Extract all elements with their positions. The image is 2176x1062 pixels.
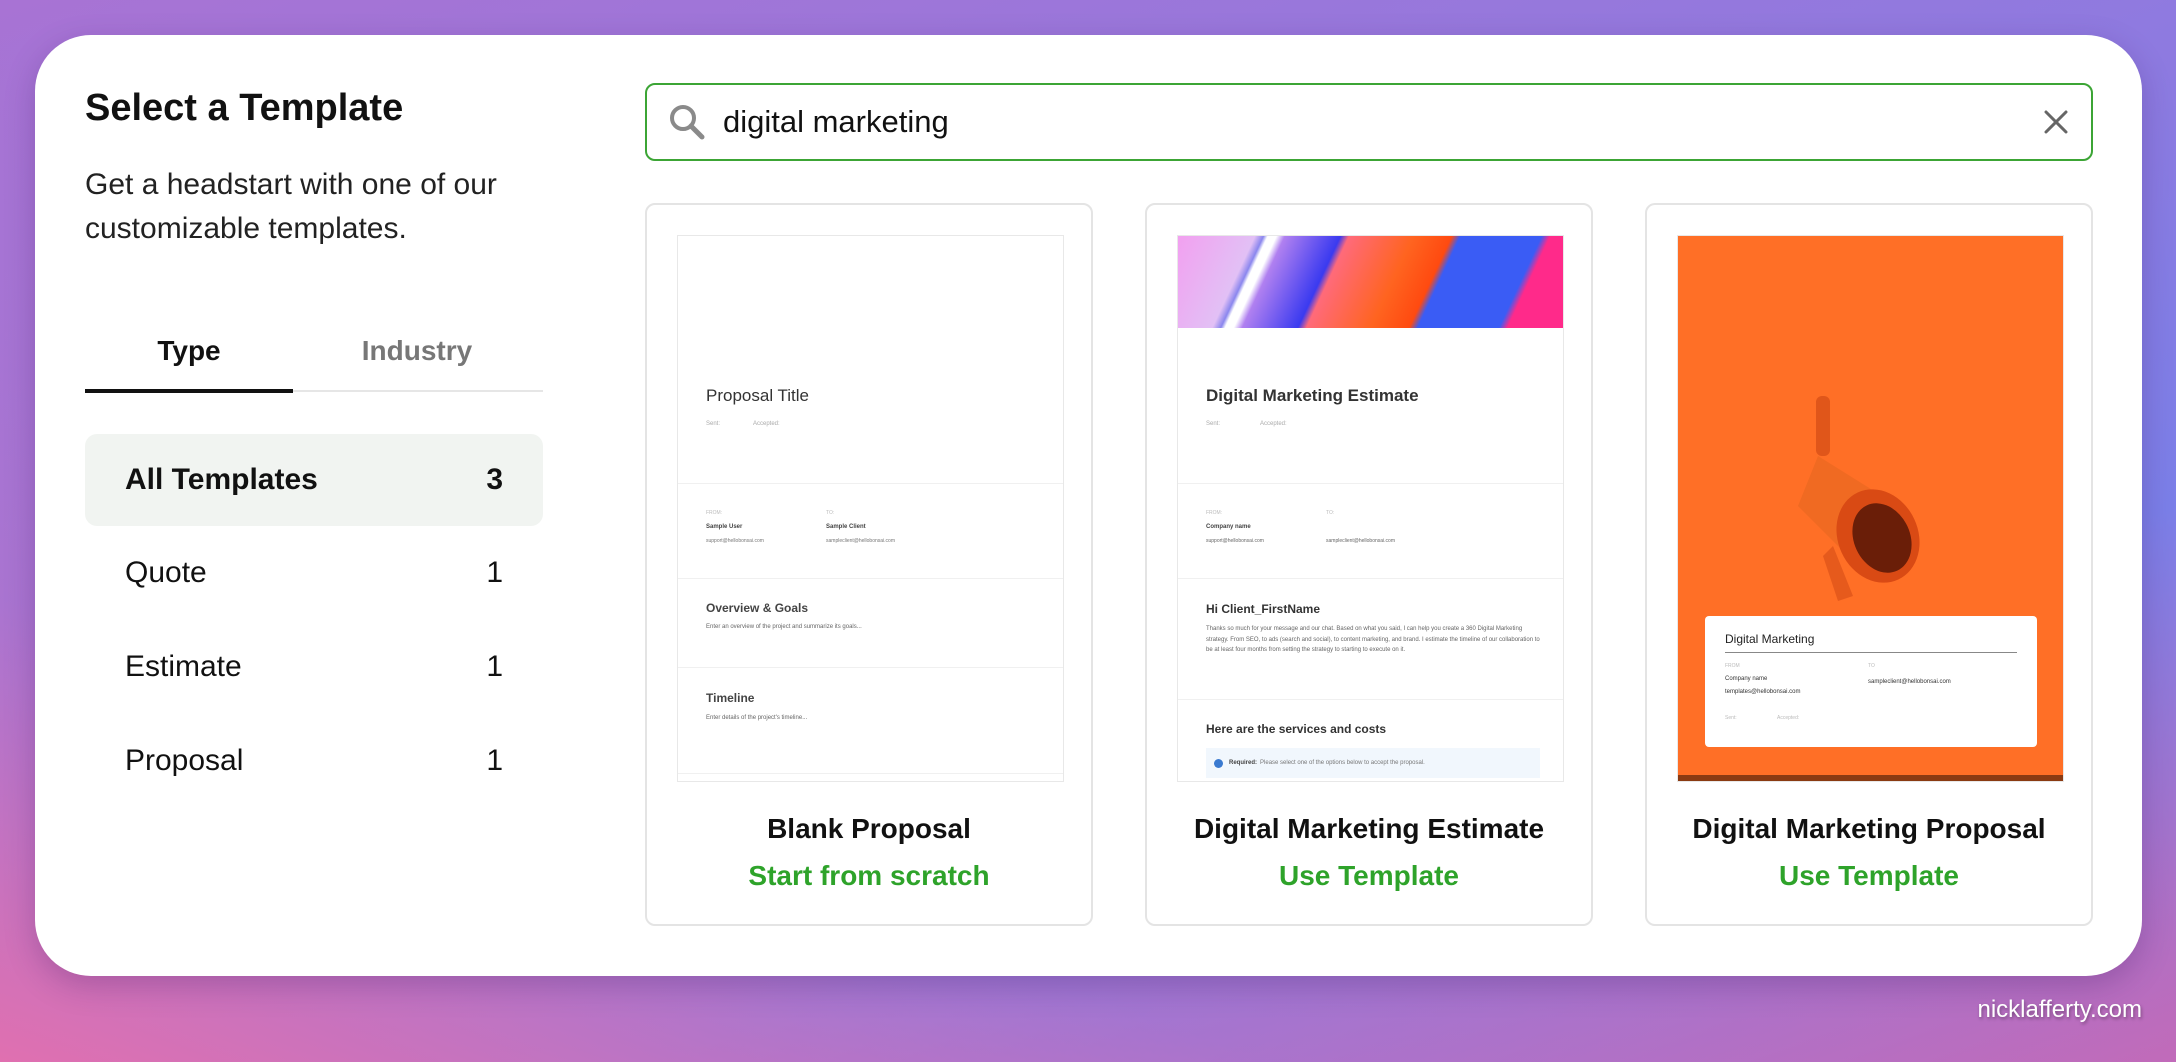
preview-info-card: Digital Marketing FROM TO Company name s… [1705, 616, 2037, 747]
preview-from-email: support@hellobonsai.com [1206, 538, 1264, 544]
required-text: Please select one of the options below t… [1260, 760, 1425, 766]
start-from-scratch-link[interactable]: Start from scratch [647, 860, 1091, 892]
card-title: Digital Marketing Proposal [1692, 813, 2046, 844]
use-template-link[interactable]: Use Template [1647, 860, 2091, 892]
preview-from: FROM: [1206, 510, 1223, 516]
item-label: Estimate [125, 650, 242, 683]
preview-to-name: Sample Client [826, 524, 866, 530]
preview-required-notice: Required: Please select one of the optio… [1206, 748, 1540, 778]
preview-sent: Sent: [706, 421, 721, 427]
preview-title: Digital Marketing [1725, 632, 1815, 646]
item-count: 3 [486, 463, 503, 496]
page-title: Select a Template [85, 87, 404, 129]
page-subtitle: Get a headstart with one of our customiz… [85, 168, 497, 245]
template-card-digital-marketing-estimate[interactable]: Digital Marketing Estimate Sent: Accepte… [1145, 203, 1593, 926]
template-card-blank-proposal[interactable]: Proposal Title Sent: Accepted: FROM: TO:… [645, 203, 1093, 926]
sidebar-item-quote[interactable]: Quote 1 [85, 527, 543, 619]
preview-accepted: Accepted: [1260, 421, 1287, 427]
preview-section-title: Timeline [706, 691, 755, 705]
sidebar-item-estimate[interactable]: Estimate 1 [85, 621, 543, 713]
search-input[interactable] [723, 104, 2043, 140]
preview-from: FROM: [706, 510, 723, 516]
info-icon [1214, 758, 1223, 768]
preview-accepted: Accepted: [753, 421, 780, 427]
item-label: Proposal [125, 744, 244, 777]
preview-title: Digital Marketing Estimate [1206, 386, 1419, 405]
item-count: 1 [486, 650, 503, 683]
card-title: Digital Marketing Estimate [1193, 813, 1545, 844]
template-picker-dialog: Select a Template Get a headstart with o… [35, 35, 2142, 976]
item-count: 1 [486, 744, 503, 777]
template-preview: Proposal Title Sent: Accepted: FROM: TO:… [677, 235, 1064, 782]
preview-greeting: Hi Client_FirstName [1206, 602, 1321, 616]
watermark: nicklafferty.com [1977, 996, 2143, 1023]
preview-from-name: Company name [1725, 676, 1768, 682]
preview-to-email: sampleclient@hellobonsai.com [826, 538, 895, 544]
preview-services-heading: Here are the services and costs [1206, 722, 1387, 736]
preview-to: TO: [826, 510, 835, 516]
preview-to: TO [1868, 663, 1875, 669]
item-label: All Templates [125, 463, 318, 496]
close-icon[interactable] [2043, 109, 2069, 135]
use-template-link[interactable]: Use Template [1147, 860, 1591, 892]
preview-from-email: support@hellobonsai.com [706, 538, 764, 544]
preview-from-email: templates@hellobonsai.com [1725, 689, 1801, 695]
preview-sent: Sent: [1725, 715, 1737, 721]
megaphone-image [1798, 396, 1920, 601]
preview-to: TO: [1326, 510, 1335, 516]
preview-sent: Sent: [1206, 421, 1221, 427]
card-title: Blank Proposal [767, 813, 971, 844]
item-count: 1 [486, 556, 503, 589]
preview-from-name: Company name [1206, 524, 1251, 530]
sidebar-item-proposal[interactable]: Proposal 1 [85, 715, 543, 807]
preview-banner [1178, 236, 1563, 328]
tab-industry[interactable]: Industry [313, 335, 521, 367]
preview-section-text: Enter details of the project's timeline.… [706, 715, 808, 721]
preview-to-email: sampleclient@hellobonsai.com [1326, 538, 1395, 544]
item-label: Quote [125, 556, 207, 589]
preview-to-email: sampleclient@hellobonsai.com [1868, 679, 1951, 685]
template-preview: Digital Marketing Estimate Sent: Accepte… [1177, 235, 1564, 782]
preview-body: Thanks so much for your message and our … [1206, 626, 1540, 653]
preview-accepted: Accepted: [1777, 715, 1800, 721]
required-label: Required: [1229, 760, 1258, 766]
search-bar [645, 83, 2093, 161]
preview-from: FROM [1725, 663, 1740, 669]
tab-type[interactable]: Type [85, 335, 293, 367]
search-icon [670, 105, 705, 140]
active-tab-indicator [85, 389, 293, 393]
template-card-digital-marketing-proposal[interactable]: Digital Marketing FROM TO Company name s… [1645, 203, 2093, 926]
preview-section-title: Overview & Goals [706, 601, 809, 615]
preview-section-text: Enter an overview of the project and sum… [706, 624, 862, 630]
template-preview: Digital Marketing FROM TO Company name s… [1677, 235, 2064, 782]
sidebar-item-all-templates[interactable]: All Templates 3 [85, 434, 543, 526]
preview-from-name: Sample User [706, 524, 743, 530]
preview-title: Proposal Title [706, 386, 809, 405]
